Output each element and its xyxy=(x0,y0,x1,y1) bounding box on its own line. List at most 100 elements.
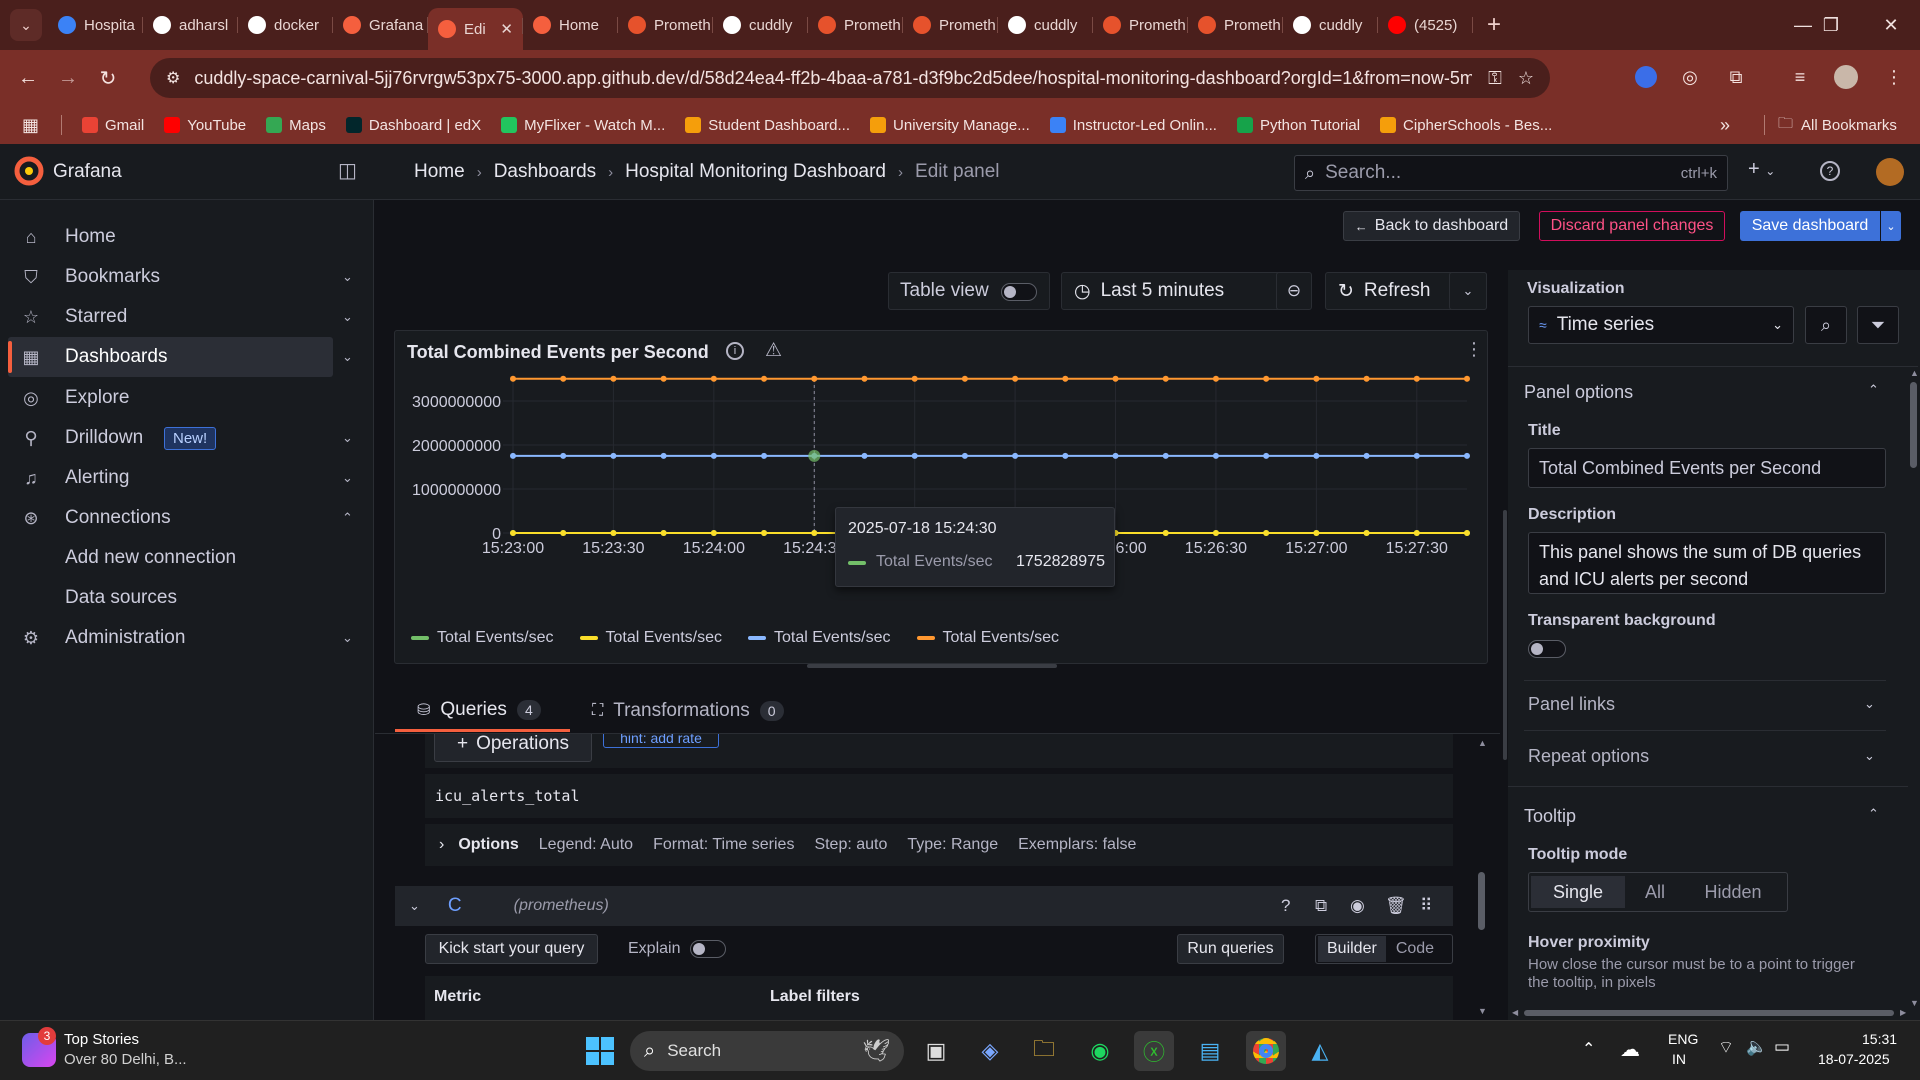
chevron-up-icon[interactable]: ⌃ xyxy=(1868,382,1879,398)
browser-tab[interactable]: Prometh xyxy=(1093,7,1188,43)
reload-icon[interactable]: ↻ xyxy=(88,66,128,91)
panel-resize-handle[interactable] xyxy=(807,664,1057,668)
breadcrumb-home[interactable]: Home xyxy=(414,161,465,183)
info-icon[interactable]: i xyxy=(726,342,744,360)
horizontal-scrollbar-thumb[interactable] xyxy=(1524,1010,1894,1016)
browser-tab[interactable]: Prometh xyxy=(1188,7,1283,43)
clock-time[interactable]: 15:31 xyxy=(1862,1031,1897,1047)
news-title[interactable]: Top Stories xyxy=(64,1031,139,1048)
address-bar[interactable]: ⚙ cuddly-space-carnival-5jj76rvrgw53px75… xyxy=(150,58,1550,98)
scroll-right-icon[interactable]: ▶ xyxy=(1900,1008,1906,1017)
data-point[interactable] xyxy=(660,530,667,536)
bookmark-item[interactable]: University Manage... xyxy=(870,117,1030,134)
run-queries-button[interactable]: Run queries xyxy=(1177,934,1284,964)
data-point[interactable] xyxy=(961,375,968,382)
legend-item[interactable]: Total Events/sec xyxy=(411,629,554,647)
data-point[interactable] xyxy=(761,452,768,459)
hint-add-rate-button[interactable]: hint: add rate xyxy=(603,734,719,748)
data-point[interactable] xyxy=(861,375,868,382)
browser-menu-icon[interactable]: ⋮ xyxy=(1880,63,1908,91)
data-point[interactable] xyxy=(1212,452,1219,459)
data-point[interactable] xyxy=(560,530,567,536)
browser-tab[interactable]: Prometh xyxy=(903,7,998,43)
show-hidden-icons-chevron-icon[interactable]: ⌃ xyxy=(1582,1039,1595,1059)
data-point[interactable] xyxy=(1012,452,1019,459)
sidebar-item-data-sources[interactable]: Data sources xyxy=(0,578,374,618)
title-field[interactable]: Total Combined Events per Second xyxy=(1528,448,1886,488)
scroll-up-icon[interactable]: ▲ xyxy=(1910,368,1919,378)
profile-avatar[interactable] xyxy=(1832,63,1860,91)
back-icon[interactable]: ← xyxy=(8,67,48,90)
trash-icon[interactable]: 🗑 xyxy=(1385,896,1407,916)
data-point[interactable] xyxy=(510,452,516,459)
user-avatar[interactable] xyxy=(1876,158,1904,186)
data-point[interactable] xyxy=(560,452,567,459)
browser-tab[interactable]: Edi ✕ xyxy=(428,8,523,50)
close-window-button[interactable]: ✕ xyxy=(1862,0,1920,50)
scroll-left-icon[interactable]: ◀ xyxy=(1512,1008,1518,1017)
extension-face-icon[interactable] xyxy=(1632,63,1660,91)
chevron-down-icon[interactable]: ⌄ xyxy=(342,269,353,285)
xbox-icon[interactable]: ⓧ xyxy=(1134,1031,1174,1071)
data-point[interactable] xyxy=(1464,530,1470,536)
data-point[interactable] xyxy=(1363,530,1370,536)
browser-tab[interactable]: Hospita xyxy=(48,7,143,43)
chevron-down-icon[interactable]: ⌄ xyxy=(1864,748,1875,764)
drag-handle-icon[interactable]: ⠿ xyxy=(1420,896,1432,916)
data-point[interactable] xyxy=(1012,375,1019,382)
query-raw-text[interactable]: icu_alerts_total xyxy=(425,774,1453,818)
chevron-up-icon[interactable]: ⌃ xyxy=(342,510,353,526)
data-point[interactable] xyxy=(1112,452,1119,459)
chevron-down-icon[interactable]: ⌄ xyxy=(342,630,353,646)
browser-tab[interactable]: Prometh xyxy=(808,7,903,43)
search-options-icon[interactable]: ⌕ xyxy=(1805,306,1847,344)
tab-queries[interactable]: ⛁ Queries 4 xyxy=(395,690,570,732)
media-control-icon[interactable]: ≡ xyxy=(1786,63,1814,91)
bookmark-item[interactable]: Gmail xyxy=(82,117,144,134)
filter-icon[interactable]: ⏷ xyxy=(1857,306,1899,344)
spotify-icon[interactable]: ◉ xyxy=(1080,1031,1120,1071)
help-icon[interactable]: ? xyxy=(1820,161,1840,181)
zoom-out-icon[interactable]: ⊖ xyxy=(1276,272,1312,310)
visualization-picker[interactable]: ≈ Time series ⌄ xyxy=(1528,306,1794,344)
query-options-row[interactable]: › Options Legend: Auto Format: Time seri… xyxy=(425,824,1453,866)
browser-tab[interactable]: cuddly xyxy=(713,7,808,43)
chevron-up-icon[interactable]: ⌃ xyxy=(1868,806,1879,822)
builder-mode-button[interactable]: Builder xyxy=(1318,936,1386,962)
data-point[interactable] xyxy=(1413,452,1420,459)
data-point[interactable] xyxy=(1363,452,1370,459)
data-point[interactable] xyxy=(1464,452,1470,459)
bookmark-item[interactable]: Maps xyxy=(266,117,326,134)
data-point[interactable] xyxy=(610,452,617,459)
data-point[interactable] xyxy=(510,375,516,382)
onedrive-cloud-icon[interactable]: ☁ xyxy=(1620,1037,1640,1062)
data-point[interactable] xyxy=(660,452,667,459)
windows-start-icon[interactable] xyxy=(580,1031,620,1071)
save-dashboard-button[interactable]: Save dashboard xyxy=(1740,211,1880,241)
data-point[interactable] xyxy=(961,452,968,459)
sidebar-item-bookmarks[interactable]: ⛉ Bookmarks ⌄ xyxy=(0,257,374,297)
bookmark-item[interactable]: Python Tutorial xyxy=(1236,117,1360,134)
warning-icon[interactable]: ⚠ xyxy=(765,339,782,362)
password-key-icon[interactable]: ⚿ xyxy=(1488,68,1502,89)
data-point[interactable] xyxy=(1313,452,1320,459)
data-point[interactable] xyxy=(1062,375,1069,382)
bookmark-item[interactable]: MyFlixer - Watch M... xyxy=(501,117,665,134)
bookmark-item[interactable]: YouTube xyxy=(164,117,246,134)
sidebar-item-starred[interactable]: ☆ Starred ⌄ xyxy=(0,297,374,337)
data-point[interactable] xyxy=(1112,375,1119,382)
tooltip-section-header[interactable]: Tooltip xyxy=(1524,806,1576,827)
tooltip-mode-single[interactable]: Single xyxy=(1531,876,1625,908)
extensions-puzzle-icon[interactable]: ⧉ xyxy=(1722,63,1750,91)
data-point[interactable] xyxy=(710,452,717,459)
data-point[interactable] xyxy=(1413,530,1420,536)
discard-panel-changes-button[interactable]: Discard panel changes xyxy=(1539,211,1725,241)
browser-tab[interactable]: Grafana xyxy=(333,7,428,43)
new-tab-button[interactable]: + xyxy=(1487,11,1501,39)
region-label[interactable]: IN xyxy=(1672,1051,1686,1067)
sidebar-item-alerting[interactable]: ♫ Alerting ⌄ xyxy=(0,458,374,498)
chevron-down-icon[interactable]: ⌄ xyxy=(342,470,353,486)
add-new-icon[interactable]: + ⌄ xyxy=(1748,158,1775,181)
all-bookmarks-button[interactable]: 🗀 All Bookmarks xyxy=(1778,113,1897,138)
tab-transformations[interactable]: ⛶ Transformations 0 xyxy=(592,690,812,732)
